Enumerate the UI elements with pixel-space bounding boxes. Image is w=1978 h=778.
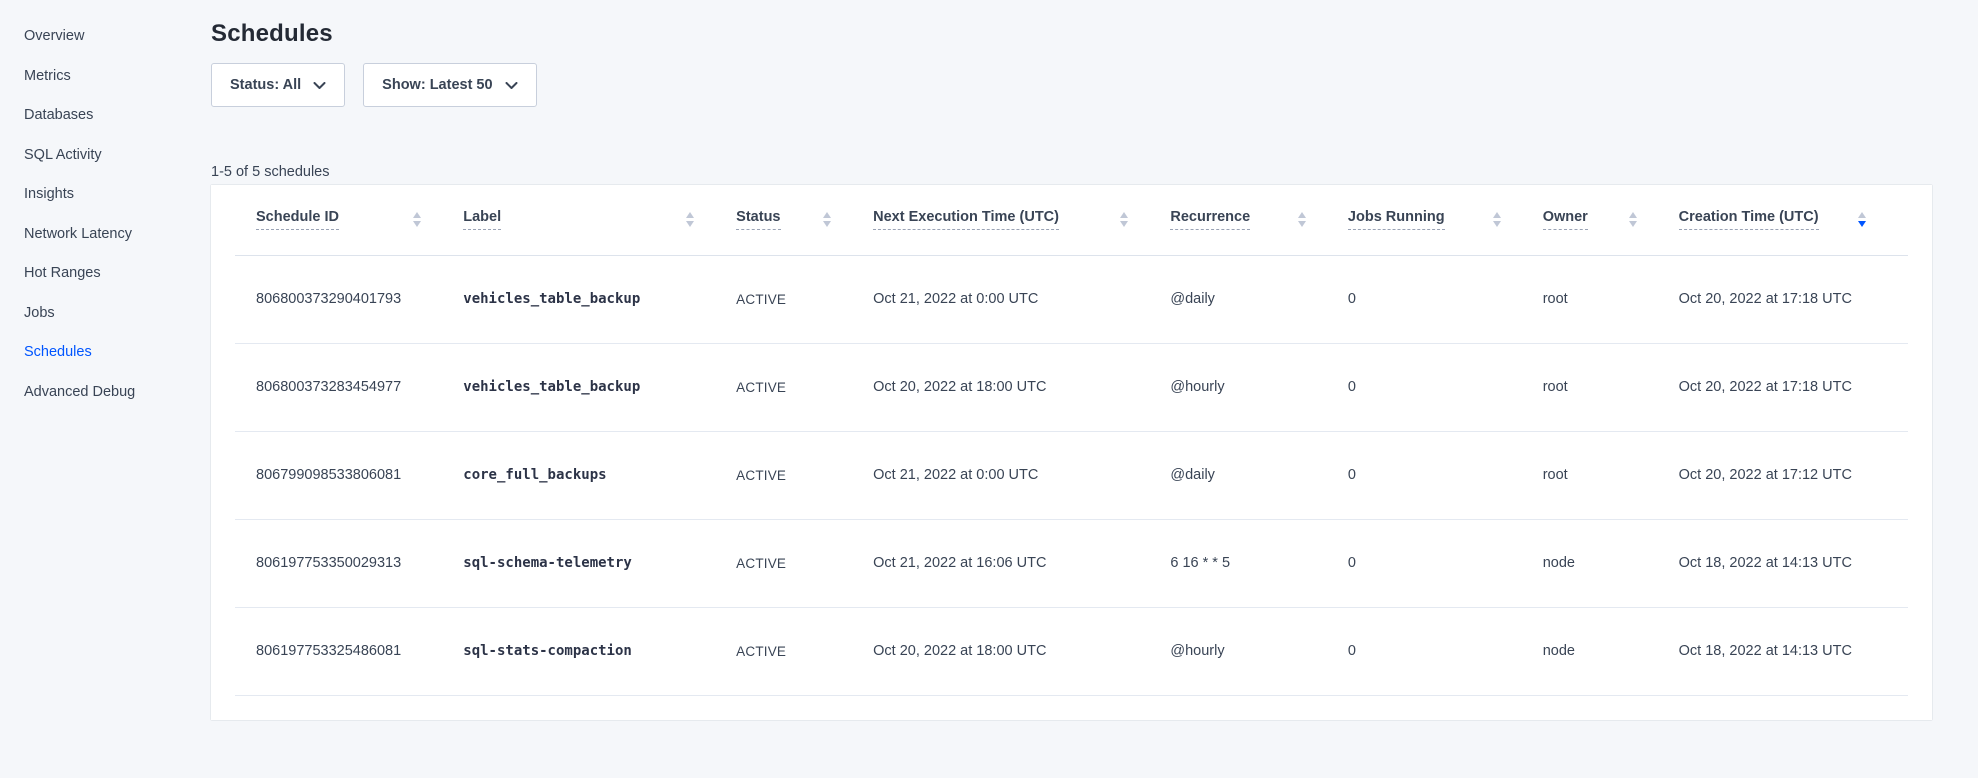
filter-bar: Status: All Show: Latest 50 [211, 63, 1932, 107]
cell-status: ACTIVE [736, 468, 873, 483]
sort-icon[interactable] [823, 212, 831, 227]
sidebar-item-insights[interactable]: Insights [24, 184, 211, 204]
sidebar-item-advanced-debug[interactable]: Advanced Debug [24, 382, 211, 402]
cell-owner: node [1543, 555, 1679, 571]
column-label: Recurrence [1170, 209, 1250, 230]
sidebar: Overview Metrics Databases SQL Activity … [0, 0, 211, 778]
cell-owner: root [1543, 291, 1679, 307]
column-header-label[interactable]: Label [463, 185, 736, 255]
column-label: Owner [1543, 209, 1588, 230]
main-content: Schedules Status: All Show: Latest 50 1-… [211, 0, 1978, 778]
sidebar-item-sql-activity[interactable]: SQL Activity [24, 145, 211, 165]
cell-creation-time: Oct 20, 2022 at 17:18 UTC [1679, 291, 1908, 307]
sidebar-item-jobs[interactable]: Jobs [24, 303, 211, 323]
sidebar-item-network-latency[interactable]: Network Latency [24, 224, 211, 244]
column-header-recurrence[interactable]: Recurrence [1170, 185, 1348, 255]
sort-icon[interactable] [1629, 212, 1637, 227]
app-root: Overview Metrics Databases SQL Activity … [0, 0, 1978, 778]
cell-label: vehicles_table_backup [463, 291, 736, 307]
sidebar-item-metrics[interactable]: Metrics [24, 66, 211, 86]
sidebar-item-overview[interactable]: Overview [24, 26, 211, 46]
cell-next-execution-time: Oct 21, 2022 at 16:06 UTC [873, 555, 1170, 571]
show-filter-label: Show: Latest 50 [382, 77, 492, 93]
cell-owner: root [1543, 379, 1679, 395]
cell-creation-time: Oct 18, 2022 at 14:13 UTC [1679, 555, 1908, 571]
cell-schedule-id: 806197753325486081 [235, 643, 463, 659]
sort-icon[interactable] [1120, 212, 1128, 227]
table-body: 806800373290401793 vehicles_table_backup… [235, 255, 1908, 695]
show-filter-dropdown[interactable]: Show: Latest 50 [363, 63, 536, 107]
sort-icon[interactable] [413, 212, 421, 227]
cell-jobs-running: 0 [1348, 291, 1543, 307]
cell-next-execution-time: Oct 21, 2022 at 0:00 UTC [873, 291, 1170, 307]
column-header-jobs-running[interactable]: Jobs Running [1348, 185, 1543, 255]
sort-icon[interactable] [686, 212, 694, 227]
cell-status: ACTIVE [736, 380, 873, 395]
cell-owner: root [1543, 467, 1679, 483]
cell-recurrence: @hourly [1170, 643, 1348, 659]
cell-label: vehicles_table_backup [463, 379, 736, 395]
sort-icon[interactable] [1493, 212, 1501, 227]
cell-schedule-id: 806197753350029313 [235, 555, 463, 571]
column-header-owner[interactable]: Owner [1543, 185, 1679, 255]
column-header-next-execution-time[interactable]: Next Execution Time (UTC) [873, 185, 1170, 255]
page-title: Schedules [211, 20, 1932, 48]
cell-status: ACTIVE [736, 556, 873, 571]
column-label: Label [463, 209, 501, 230]
results-count: 1-5 of 5 schedules [211, 162, 1932, 182]
column-label: Schedule ID [256, 209, 339, 230]
cell-status: ACTIVE [736, 644, 873, 659]
chevron-down-icon [313, 82, 326, 90]
cell-label: sql-schema-telemetry [463, 555, 736, 571]
column-header-creation-time[interactable]: Creation Time (UTC) [1679, 185, 1908, 255]
cell-jobs-running: 0 [1348, 643, 1543, 659]
sidebar-item-hot-ranges[interactable]: Hot Ranges [24, 263, 211, 283]
table-row: 806197753325486081 sql-stats-compaction … [235, 607, 1908, 695]
cell-creation-time: Oct 20, 2022 at 17:12 UTC [1679, 467, 1908, 483]
cell-jobs-running: 0 [1348, 467, 1543, 483]
sort-icon-active-desc[interactable] [1858, 212, 1866, 227]
cell-creation-time: Oct 20, 2022 at 17:18 UTC [1679, 379, 1908, 395]
table-wrap: Schedule ID Label [211, 185, 1932, 696]
table-row: 806800373283454977 vehicles_table_backup… [235, 343, 1908, 431]
cell-recurrence: 6 16 * * 5 [1170, 555, 1348, 571]
sort-icon[interactable] [1298, 212, 1306, 227]
column-header-schedule-id[interactable]: Schedule ID [235, 185, 463, 255]
cell-recurrence: @hourly [1170, 379, 1348, 395]
table-row: 806800373290401793 vehicles_table_backup… [235, 255, 1908, 343]
table-row: 806197753350029313 sql-schema-telemetry … [235, 519, 1908, 607]
cell-label: sql-stats-compaction [463, 643, 736, 659]
schedules-table-card: Schedule ID Label [211, 185, 1932, 720]
sidebar-item-schedules[interactable]: Schedules [24, 342, 211, 362]
cell-creation-time: Oct 18, 2022 at 14:13 UTC [1679, 643, 1908, 659]
column-label: Jobs Running [1348, 209, 1445, 230]
cell-jobs-running: 0 [1348, 379, 1543, 395]
column-label: Status [736, 209, 780, 230]
status-filter-label: Status: All [230, 77, 301, 93]
table-row: 806799098533806081 core_full_backups ACT… [235, 431, 1908, 519]
cell-next-execution-time: Oct 21, 2022 at 0:00 UTC [873, 467, 1170, 483]
cell-status: ACTIVE [736, 292, 873, 307]
sidebar-item-databases[interactable]: Databases [24, 105, 211, 125]
cell-label: core_full_backups [463, 467, 736, 483]
cell-schedule-id: 806800373283454977 [235, 379, 463, 395]
cell-next-execution-time: Oct 20, 2022 at 18:00 UTC [873, 643, 1170, 659]
cell-recurrence: @daily [1170, 291, 1348, 307]
table-header: Schedule ID Label [235, 185, 1908, 255]
cell-next-execution-time: Oct 20, 2022 at 18:00 UTC [873, 379, 1170, 395]
column-header-status[interactable]: Status [736, 185, 873, 255]
cell-jobs-running: 0 [1348, 555, 1543, 571]
column-label: Next Execution Time (UTC) [873, 209, 1059, 230]
cell-recurrence: @daily [1170, 467, 1348, 483]
cell-owner: node [1543, 643, 1679, 659]
cell-schedule-id: 806799098533806081 [235, 467, 463, 483]
status-filter-dropdown[interactable]: Status: All [211, 63, 345, 107]
chevron-down-icon [505, 82, 518, 90]
column-label: Creation Time (UTC) [1679, 209, 1819, 230]
schedules-table: Schedule ID Label [235, 185, 1908, 696]
cell-schedule-id: 806800373290401793 [235, 291, 463, 307]
